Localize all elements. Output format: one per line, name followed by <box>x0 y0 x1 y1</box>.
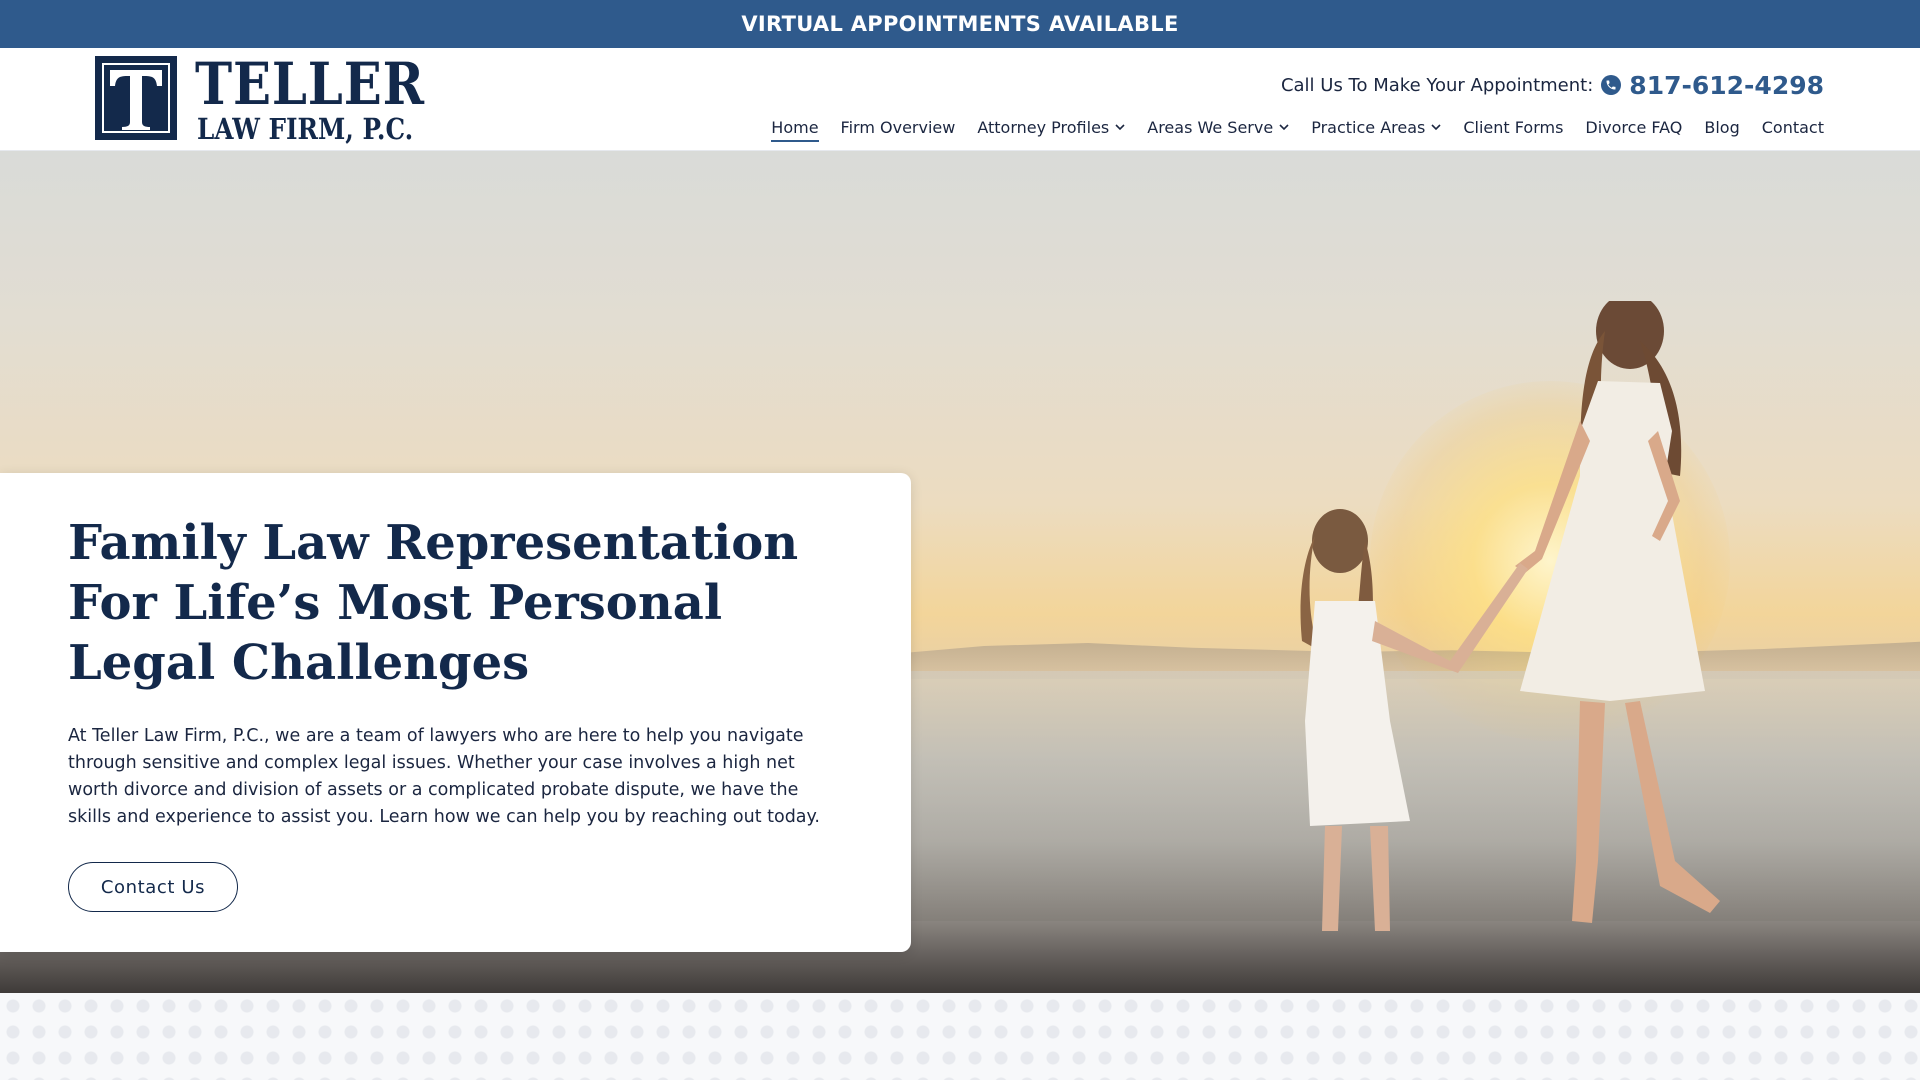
nav-item-areas-we-serve[interactable]: Areas We Serve <box>1147 112 1289 142</box>
hero-card: Family Law Representation For Life’s Mos… <box>0 473 911 952</box>
logo-mark-icon <box>95 56 177 140</box>
site-header: TELLER LAW FIRM, P.C. Call Us To Make Yo… <box>0 48 1920 151</box>
nav-item-contact[interactable]: Contact <box>1762 112 1824 142</box>
hero-description: At Teller Law Firm, P.C., we are a team … <box>68 726 820 827</box>
nav-item-label: Contact <box>1761 117 1824 137</box>
site-logo[interactable]: TELLER LAW FIRM, P.C. <box>95 50 430 148</box>
nav-item-label: Practice Areas <box>1311 117 1426 137</box>
phone-number-link[interactable]: 817-612-4298 <box>1629 71 1824 100</box>
announcement-bar: VIRTUAL APPOINTMENTS AVAILABLE <box>0 0 1920 48</box>
nav-item-label: Divorce FAQ <box>1585 117 1683 137</box>
nav-item-label: Blog <box>1704 117 1740 137</box>
chevron-down-icon <box>1115 121 1125 134</box>
nav-item-practice-areas[interactable]: Practice Areas <box>1311 112 1441 142</box>
nav-item-label: Client Forms <box>1463 117 1564 137</box>
nav-item-home[interactable]: Home <box>771 112 819 142</box>
chevron-down-icon <box>1279 121 1289 134</box>
announcement-text: VIRTUAL APPOINTMENTS AVAILABLE <box>741 12 1179 36</box>
nav-item-label: Home <box>771 117 819 137</box>
nav-item-attorney-profiles[interactable]: Attorney Profiles <box>977 112 1125 142</box>
call-label: Call Us To Make Your Appointment: <box>1280 74 1594 96</box>
phone-icon <box>1601 75 1622 95</box>
hero-mother-child-silhouette <box>1300 301 1720 931</box>
call-to-action: Call Us To Make Your Appointment: 817-61… <box>1281 68 1824 102</box>
nav-item-blog[interactable]: Blog <box>1704 112 1739 142</box>
main-nav: Home Firm Overview Attorney Profiles Areas … <box>771 112 1824 142</box>
section-pattern-background <box>0 993 1920 1080</box>
nav-item-firm-overview[interactable]: Firm Overview <box>841 112 956 142</box>
nav-item-label: Firm Overview <box>840 117 956 137</box>
hero-title: Family Law Representation For Life’s Mos… <box>68 515 799 691</box>
nav-item-divorce-faq[interactable]: Divorce FAQ <box>1585 112 1682 142</box>
nav-item-client-forms[interactable]: Client Forms <box>1463 112 1563 142</box>
nav-item-label: Areas We Serve <box>1147 117 1274 137</box>
logo-subtitle: LAW FIRM, P.C. <box>197 112 414 146</box>
hero-section: Family Law Representation For Life’s Mos… <box>0 151 1920 993</box>
contact-us-button[interactable]: Contact Us <box>68 862 238 912</box>
chevron-down-icon <box>1431 121 1441 134</box>
nav-item-label: Attorney Profiles <box>977 117 1110 137</box>
logo-title: TELLER <box>195 50 425 118</box>
